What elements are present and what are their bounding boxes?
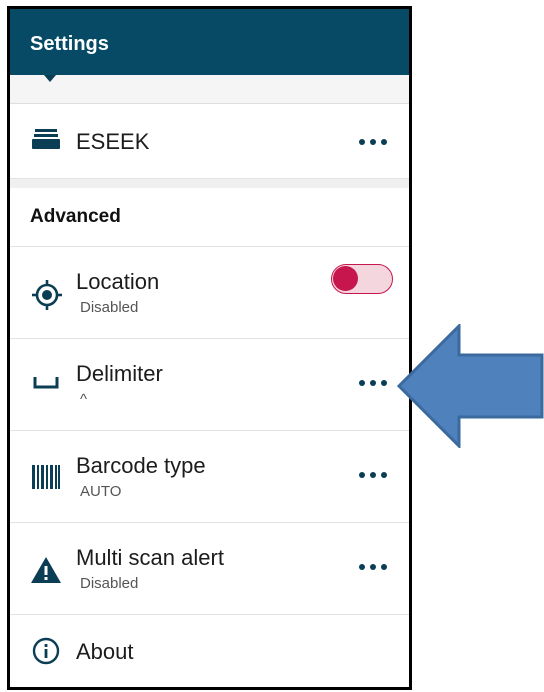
barcode-icon xyxy=(32,465,60,489)
multi-scan-alert-status: Disabled xyxy=(80,575,139,592)
phone-frame: Settings ESEEK Advanced Location Disable… xyxy=(7,6,412,690)
info-circle-icon xyxy=(32,637,60,665)
eseek-label: ESEEK xyxy=(76,129,150,154)
more-dot-icon xyxy=(381,564,387,570)
app-bar-title: Settings xyxy=(30,33,109,55)
eseek-more-options-button[interactable] xyxy=(359,137,387,147)
barcode-type-more-options-button[interactable] xyxy=(359,470,387,480)
barcode-type-label: Barcode type xyxy=(76,453,206,478)
settings-item-delimiter[interactable]: Delimiter ^ xyxy=(10,339,409,431)
delimiter-value: ^ xyxy=(80,391,88,408)
advanced-section: Advanced xyxy=(10,188,409,247)
more-dot-icon xyxy=(381,380,387,386)
annotation-arrow-icon xyxy=(397,324,544,448)
toggle-knob xyxy=(333,266,358,291)
more-dot-icon xyxy=(359,139,365,145)
barcode-type-value: AUTO xyxy=(80,483,122,500)
settings-item-eseek[interactable]: ESEEK xyxy=(10,103,409,179)
space-bar-icon xyxy=(33,377,59,389)
multi-scan-alert-label: Multi scan alert xyxy=(76,545,224,570)
section-header-advanced: Advanced xyxy=(30,206,121,227)
gps-target-icon xyxy=(32,280,62,310)
more-dot-icon xyxy=(370,564,376,570)
delimiter-label: Delimiter xyxy=(76,361,163,386)
settings-item-multi-scan-alert[interactable]: Multi scan alert Disabled xyxy=(10,523,409,615)
scanner-device-icon xyxy=(32,129,60,149)
more-dot-icon xyxy=(381,139,387,145)
location-label: Location xyxy=(76,269,160,294)
more-dot-icon xyxy=(370,380,376,386)
location-status: Disabled xyxy=(80,299,139,316)
section-divider xyxy=(10,179,409,188)
settings-item-barcode-type[interactable]: Barcode type AUTO xyxy=(10,431,409,523)
more-dot-icon xyxy=(370,139,376,145)
warning-triangle-icon xyxy=(31,557,61,583)
scrolled-item-peek xyxy=(10,75,409,104)
more-dot-icon xyxy=(381,472,387,478)
multi-scan-alert-more-options-button[interactable] xyxy=(359,562,387,572)
app-bar: Settings xyxy=(10,9,409,75)
about-label: About xyxy=(76,639,134,664)
more-dot-icon xyxy=(359,564,365,570)
location-toggle[interactable] xyxy=(331,264,393,294)
partial-icon xyxy=(44,75,56,82)
settings-item-location[interactable]: Location Disabled xyxy=(10,247,409,339)
more-dot-icon xyxy=(359,380,365,386)
more-dot-icon xyxy=(359,472,365,478)
settings-item-about[interactable]: About xyxy=(10,615,409,687)
more-dot-icon xyxy=(370,472,376,478)
delimiter-more-options-button[interactable] xyxy=(359,378,387,388)
